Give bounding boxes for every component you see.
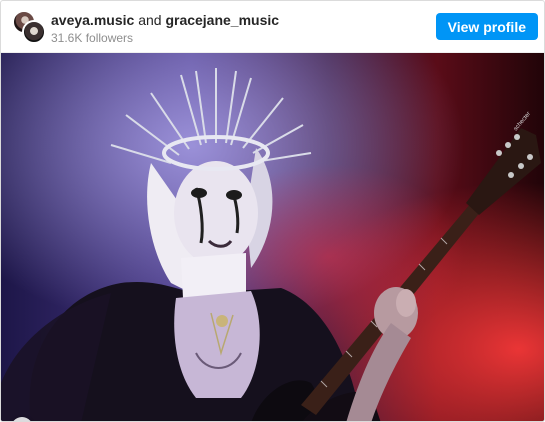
username-link[interactable]: aveya.music <box>51 12 134 28</box>
instagram-embed: aveya.music and gracejane_music 31.6K fo… <box>0 0 545 422</box>
view-profile-button[interactable]: View profile <box>435 13 538 40</box>
post-header: aveya.music and gracejane_music 31.6K fo… <box>1 1 544 53</box>
username-link[interactable]: gracejane_music <box>165 12 279 28</box>
post-authors: aveya.music and gracejane_music 31.6K fo… <box>51 12 279 46</box>
conjunction-text: and <box>138 12 162 28</box>
follower-count: 31.6K followers <box>51 31 134 45</box>
collab-avatars[interactable] <box>12 10 46 44</box>
authors-line: aveya.music and gracejane_music <box>51 12 279 29</box>
concert-photo: schecter <box>1 53 544 421</box>
post-photo[interactable]: schecter <box>1 53 544 421</box>
avatar[interactable] <box>22 20 46 44</box>
